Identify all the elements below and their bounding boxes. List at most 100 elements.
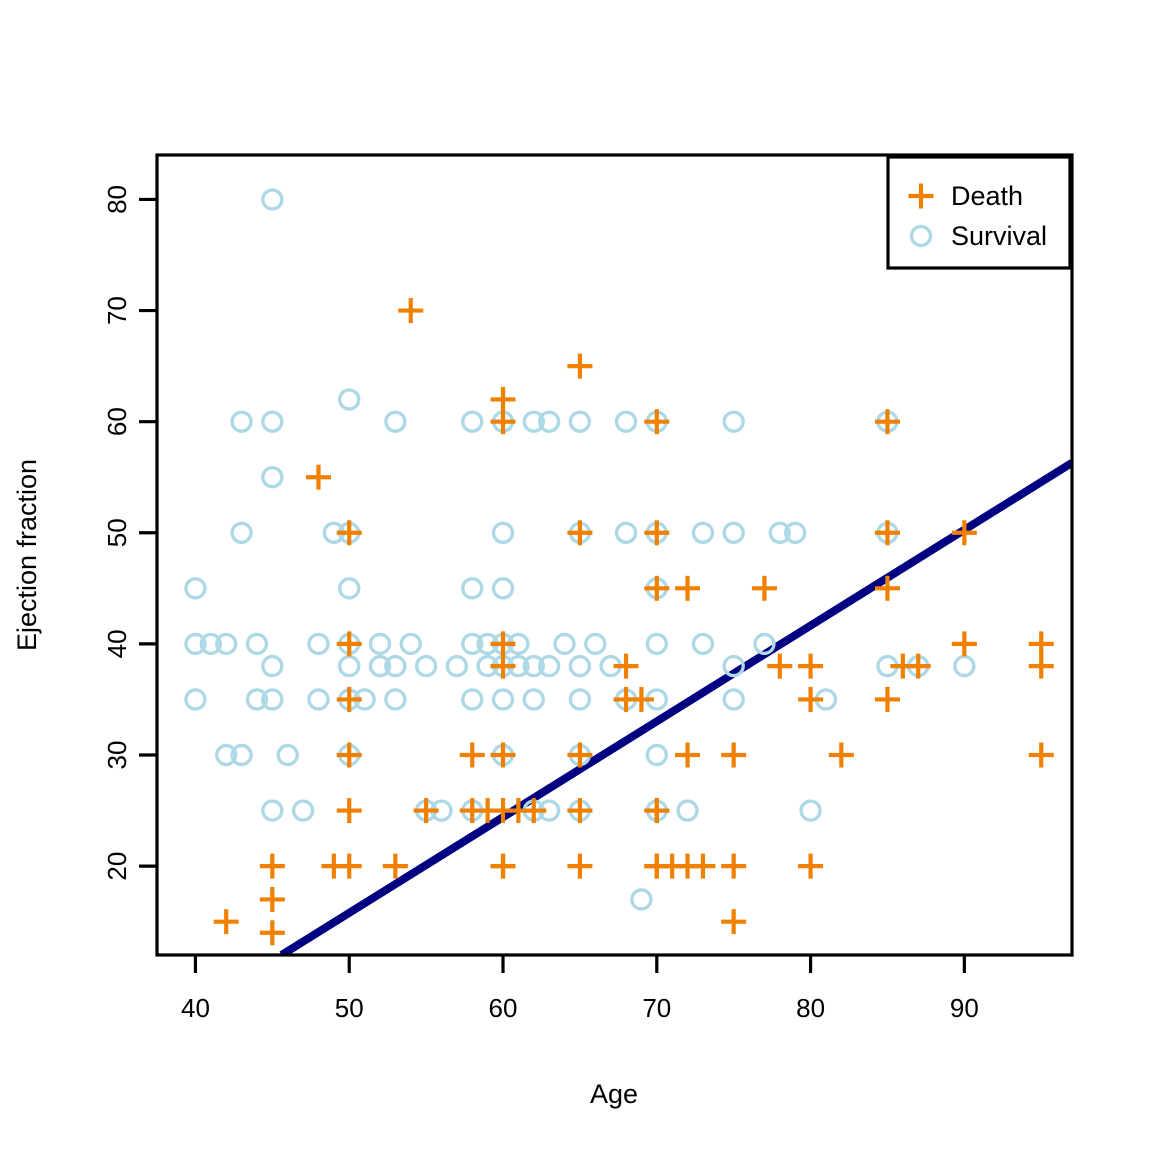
survival-point [230, 410, 253, 433]
death-point [874, 409, 900, 435]
survival-point [630, 888, 653, 911]
survival-point [261, 188, 284, 211]
death-point [336, 853, 362, 879]
survival-point [261, 410, 284, 433]
death-point [305, 464, 331, 490]
death-point [398, 298, 424, 324]
death-point [490, 853, 516, 879]
death-point [798, 653, 824, 679]
plot-canvas: 40 50 60 70 80 90 20 30 40 50 60 70 80 Age Ejection… [12, 153, 1074, 1109]
death-point [644, 520, 670, 546]
x-tick-label: 50 [335, 993, 364, 1023]
x-axis-title: Age [590, 1079, 638, 1109]
death-point [905, 653, 931, 679]
death-point [751, 575, 777, 601]
death-point [490, 386, 516, 412]
y-axis-tick-labels: 20 30 40 50 60 70 80 [102, 185, 132, 881]
death-point [675, 575, 701, 601]
death-point [874, 520, 900, 546]
survival-point [614, 521, 638, 544]
death-point [798, 853, 824, 879]
survival-point [245, 632, 269, 656]
death-point [767, 653, 793, 679]
death-point [874, 686, 900, 712]
x-tick-label: 70 [642, 993, 671, 1023]
x-axis-ticks [193, 955, 966, 973]
death-point [567, 853, 593, 879]
death-point [567, 353, 593, 379]
death-point [721, 853, 747, 879]
y-axis-ticks [139, 197, 157, 868]
scatter-plot-figure: 40 50 60 70 80 90 20 30 40 50 60 70 80 Age Ejection… [0, 0, 1152, 1152]
survival-point [568, 654, 592, 678]
survival-point [522, 688, 545, 711]
death-point [675, 742, 701, 768]
legend-label: Survival [951, 221, 1047, 251]
survival-point [184, 688, 207, 711]
survival-point [722, 521, 745, 544]
survival-point [338, 577, 361, 600]
survival-point [676, 799, 699, 822]
y-tick-label: 60 [102, 407, 132, 436]
y-tick-label: 50 [102, 518, 132, 547]
survival-point [414, 654, 438, 678]
y-tick-label: 70 [102, 296, 132, 325]
death-point [259, 886, 285, 912]
survival-point [584, 632, 607, 656]
death-point [213, 909, 239, 935]
x-tick-label: 90 [950, 993, 979, 1023]
survival-point [230, 521, 253, 544]
survival-point [461, 688, 484, 711]
survival-point [614, 410, 638, 433]
survival-point [399, 632, 422, 656]
x-tick-label: 80 [796, 993, 825, 1023]
y-axis-title: Ejection fraction [12, 459, 42, 651]
survival-point [568, 410, 592, 433]
death-point [721, 909, 747, 935]
survival-point [291, 799, 315, 822]
x-tick-label: 40 [181, 993, 210, 1023]
death-point [336, 798, 362, 824]
survival-point [461, 577, 484, 600]
death-point [1028, 742, 1054, 768]
death-point [567, 520, 593, 546]
survival-point [276, 743, 299, 767]
death-point [721, 742, 747, 768]
survival-point [445, 654, 469, 678]
survival-point [691, 521, 715, 544]
survival-point [691, 632, 715, 656]
death-point [828, 742, 854, 768]
survival-point [184, 577, 207, 600]
plot-frame [155, 153, 1074, 957]
death-point [490, 409, 516, 435]
survival-point [953, 654, 976, 678]
death-point [259, 920, 285, 946]
death-point [336, 631, 362, 657]
survival-point [553, 632, 576, 656]
y-tick-label: 30 [102, 741, 132, 770]
survival-point [261, 654, 284, 678]
death-point [259, 853, 285, 879]
survival-point [645, 632, 668, 656]
survival-point [491, 688, 515, 711]
legend: Death Survival [886, 155, 1072, 270]
death-point [336, 742, 362, 768]
survival-point [384, 410, 407, 433]
death-point [1028, 653, 1054, 679]
death-point [1028, 631, 1054, 657]
death-point [951, 631, 977, 657]
y-tick-label: 40 [102, 629, 132, 658]
survival-point [307, 688, 330, 711]
x-tick-label: 60 [489, 993, 518, 1023]
survival-point [568, 688, 592, 711]
death-point [490, 742, 516, 768]
survival-point [722, 410, 745, 433]
survival-point [261, 799, 284, 822]
survival-point [799, 799, 822, 822]
survival-point [722, 688, 745, 711]
survival-point [307, 632, 330, 656]
survival-point [338, 388, 361, 411]
death-point [690, 853, 716, 879]
survival-point [338, 654, 361, 678]
survival-point [368, 632, 392, 656]
